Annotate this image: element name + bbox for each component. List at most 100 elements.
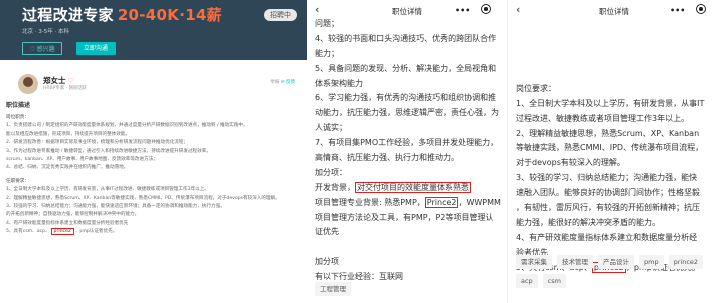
description-line: 加分项 (315, 255, 503, 270)
line-text: 项目管理专业背景: 熟悉PMP， (315, 197, 425, 207)
skill-tag[interactable]: 产品设计 (598, 255, 634, 269)
line-text: 2、理解精益敏捷思想，熟悉Scrum、XP、Kanban (516, 128, 700, 138)
line-text: 1、负责搭建公司 / 制定组织的产研效能度量体系规划，并通过度量分析产研数据识别… (6, 123, 248, 129)
description-line: 能力； (315, 47, 503, 62)
line-text: 有以下行业经验：互联网 (315, 272, 403, 282)
line-text: 1、全日制大学本科及以上学历，有研发背景，从事IT过程改进、敏捷教练或项目管理工… (6, 187, 209, 193)
description-line: 速融入团队。能够良好的协调部门间协作；性格坚毅 (516, 186, 716, 201)
skill-tag[interactable]: pmp (639, 255, 664, 269)
description-line: 项目管理专业背景: 熟悉PMP， Prince2 ，WWPMM (315, 196, 503, 211)
description-line: 能力强，能很好的解决冲突矛盾的能力。 (516, 216, 716, 231)
description-line: 开发背景， 对交付项目的效能度量体系熟悉 (315, 181, 503, 196)
line-text: 5、具有csm、acp、 (6, 229, 50, 235)
nav-bar: ‹ 职位详情 ••• (508, 0, 720, 22)
description-line: 等敏捷实践，熟悉CMMI、IPD、传统瀑布项目流程， (516, 141, 716, 156)
description-line: 2、研发流程改善：根据项目实际及事业环境，梳理和分析研发流程问题并推动优化流程； (6, 139, 302, 147)
recruiter-actions: 举报 ✉ 反馈 (270, 79, 295, 85)
description-line: 岗位职责： (6, 114, 302, 122)
description-line: 4、有产研效能度量指标体系建立和数据度量分析经 (516, 231, 716, 246)
line-text: 任职要求： (6, 178, 29, 184)
line-text: 动能力，抗压能力强，思维逻辑严密，责任心强，为 (315, 108, 499, 118)
line-text: 岗位职责： (6, 115, 29, 120)
description-line: 4、较强的书面和口头沟通技巧、优秀的跨团队合作 (315, 32, 503, 47)
skill-tag[interactable]: acp (516, 274, 538, 288)
description-line: scrum、kanban、XP、用户故事、用户故事地图、反馈效率等改进方法； (6, 156, 302, 164)
mobile-job-detail-middle: ‹ 职位详情 ••• 问题； 4、较强的书面和口头沟通技巧、优秀的跨团队合作 能力；… (307, 0, 507, 303)
description-line: 5、具备问题的发现、分析、解决能力，全局视角和 (315, 62, 503, 77)
description-line: 的开拓创新精神；自我驱动力强，能够控制并解决冲突中的能力。 (6, 211, 302, 219)
job-title-line: 过程改进专家 20-40K·14薪 (22, 4, 222, 25)
more-icon[interactable]: ••• (670, 6, 685, 15)
feedback-link[interactable]: ✉ 反馈 (281, 80, 295, 85)
line-text: 问题； (315, 19, 339, 28)
description-line: 人诚实； (315, 121, 503, 136)
interested-button[interactable]: ♡ 感兴趣 (22, 42, 62, 55)
description-line: 1、负责搭建公司 / 制定组织的产研效能度量体系规划，并通过度量分析产研数据识别… (6, 122, 302, 130)
line-text: 4、有产研效能度量指标体系建立和数据度量分析经验者优先 (6, 220, 129, 226)
highlighted-text: prince2 (50, 228, 74, 236)
skill-tag[interactable]: csm (542, 274, 566, 288)
line-text: ，pmp认证者优先。 (74, 229, 118, 235)
highlighted-text: Prince2 (424, 196, 459, 208)
line-text: 速融入团队。能够良好的协调部门间协作；性格坚毅 (516, 188, 700, 198)
report-link[interactable]: 举报 (270, 80, 279, 85)
description-line: 3、作为过程改进专家推动 / 敏捷转型，通过引入和持续改进敏捷方法，持续改进提升… (6, 148, 302, 156)
description-line: 能以及相应改进措施，形成项目，持续提升项目的整体效能。 (6, 131, 302, 139)
skill-tags: 需求采集 技术管理 产品设计 pmp prince2 acp csm (516, 255, 716, 288)
job-meta: 北京 · 3-5年 · 本科 (22, 29, 69, 35)
line-text: 开发背景， (315, 182, 355, 192)
mobile-job-detail-right: ‹ 职位详情 ••• 岗位要求： 1、全日制大学本科及以上学历，有研发背景，从事I… (507, 0, 720, 303)
line-text: scrum、kanban、XP、用户故事、用户故事地图、反馈效率等改进方法； (6, 156, 158, 162)
job-description: 职位描述 岗位职责： 1、负责搭建公司 / 制定组织的产研效能度量体系规划，并通过… (6, 98, 302, 236)
description-line: 2、理解精益敏捷思想，熟悉Scrum、XP、Kanban等敏捷实践，熟悉CMMI… (6, 195, 302, 203)
description-line: 7、有项目集PMO工作经验，多项目并发处理能力， (315, 136, 503, 151)
description-line: 任职要求： (6, 178, 302, 186)
chat-now-button[interactable]: 立即沟通 (76, 42, 116, 55)
line-text: 项目管理方法论及工具，有PMP，P2等项目管理认 (315, 212, 494, 222)
recruiter-name: 郑女士 (43, 76, 66, 85)
skill-tag[interactable]: 需求采集 (516, 255, 552, 269)
line-text: 3、较强的学习、归纳总结能力；沟通能力强，能快速适应新环境；具备一定的协调和推动… (6, 203, 225, 209)
heart-icon: ♡ (67, 77, 74, 85)
line-text: 4、较强的书面和口头沟通技巧、优秀的跨团队合作 (315, 33, 497, 43)
line-text: 对于devops有较深入的理解。 (516, 158, 625, 168)
recruiter-card: 郑女士 ♡ HRBP专家 · 刚刚活跃 举报 ✉ 反馈 (18, 70, 303, 100)
line-text: 等敏捷实践，熟悉CMMI、IPD、传统瀑布项目流程， (516, 143, 704, 153)
nav-title: 职位详情 (392, 7, 422, 16)
line-text: 3、较强的学习、归纳总结能力；沟通能力强，能快 (516, 173, 698, 183)
description-line: 5、具有csm、acp、prince2，pmp认证者优先。 (6, 228, 302, 236)
line-text: 4、总结、归纳、沉淀优秀实践并在组织内推广，推动落地。 (6, 165, 129, 171)
line-text: 2、理解精益敏捷思想，熟悉Scrum、XP、Kanban等敏捷实践，熟悉CMMI… (6, 195, 280, 201)
line-text: 能力； (315, 48, 339, 58)
line-text: 加分项： (315, 167, 347, 177)
description-line: 4、总结、归纳、沉淀优秀实践并在组织内推广，推动落地。 (6, 164, 302, 172)
line-text: ，WWPMM (458, 197, 501, 207)
more-icon[interactable]: ••• (455, 6, 470, 15)
target-icon[interactable] (481, 4, 491, 14)
description-line: 高情商、抗压能力强、执行力和推动力。 (315, 151, 503, 166)
description-line: ，有韧性，雷厉风行，有较强的开拓创新精神；抗压 (516, 201, 716, 216)
description-line (516, 67, 716, 82)
line-text: 加分项 (315, 257, 339, 267)
skill-tag[interactable]: prince2 (668, 255, 704, 269)
description-text: 岗位要求： 1、全日制大学本科及以上学历，有研发背景，从事IT 过程改进、敏捷教练或… (516, 67, 716, 275)
skill-tag[interactable]: 工程管理 (315, 282, 351, 296)
description-text: 问题； 4、较强的书面和口头沟通技巧、优秀的跨团队合作 能力； 5、具备问题的发现、分… (315, 17, 503, 285)
line-text: ，有韧性，雷厉风行，有较强的开拓创新精神；抗压 (516, 203, 700, 213)
line-text: 能以及相应改进措施，形成项目，持续提升项目的整体效能。 (6, 131, 131, 137)
description-line: 4、有产研效能度量指标体系建立和数据度量分析经验者优先 (6, 220, 302, 228)
line-text: 2、研发流程改善：根据项目实际及事业环境，梳理和分析研发流程问题并推动优化流程； (6, 140, 189, 146)
recruiter-subtitle: HRBP专家 · 刚刚活跃 (43, 86, 87, 91)
target-icon[interactable] (696, 4, 706, 14)
avatar (18, 74, 38, 94)
description-line: 3、较强的学习、归纳总结能力；沟通能力强，能快速适应新环境；具备一定的协调和推动… (6, 203, 302, 211)
line-text: 岗位要求： (516, 83, 556, 93)
desktop-job-page: 过程改进专家 20-40K·14薪 招聘中 北京 · 3-5年 · 本科 ♡ 感兴… (0, 0, 307, 303)
description-line: 动能力，抗压能力强，思维逻辑严密，责任心强，为 (315, 106, 503, 121)
skill-tag[interactable]: 技术管理 (557, 255, 593, 269)
description-line: 证优先 (315, 225, 503, 240)
description-line: 1、全日制大学本科及以上学历，有研发背景，从事IT (516, 97, 716, 112)
skill-tags: 工程管理 (315, 282, 503, 296)
job-title: 过程改进专家 (22, 6, 114, 24)
line-text: 1、全日制大学本科及以上学历，有研发背景，从事IT (516, 98, 705, 108)
